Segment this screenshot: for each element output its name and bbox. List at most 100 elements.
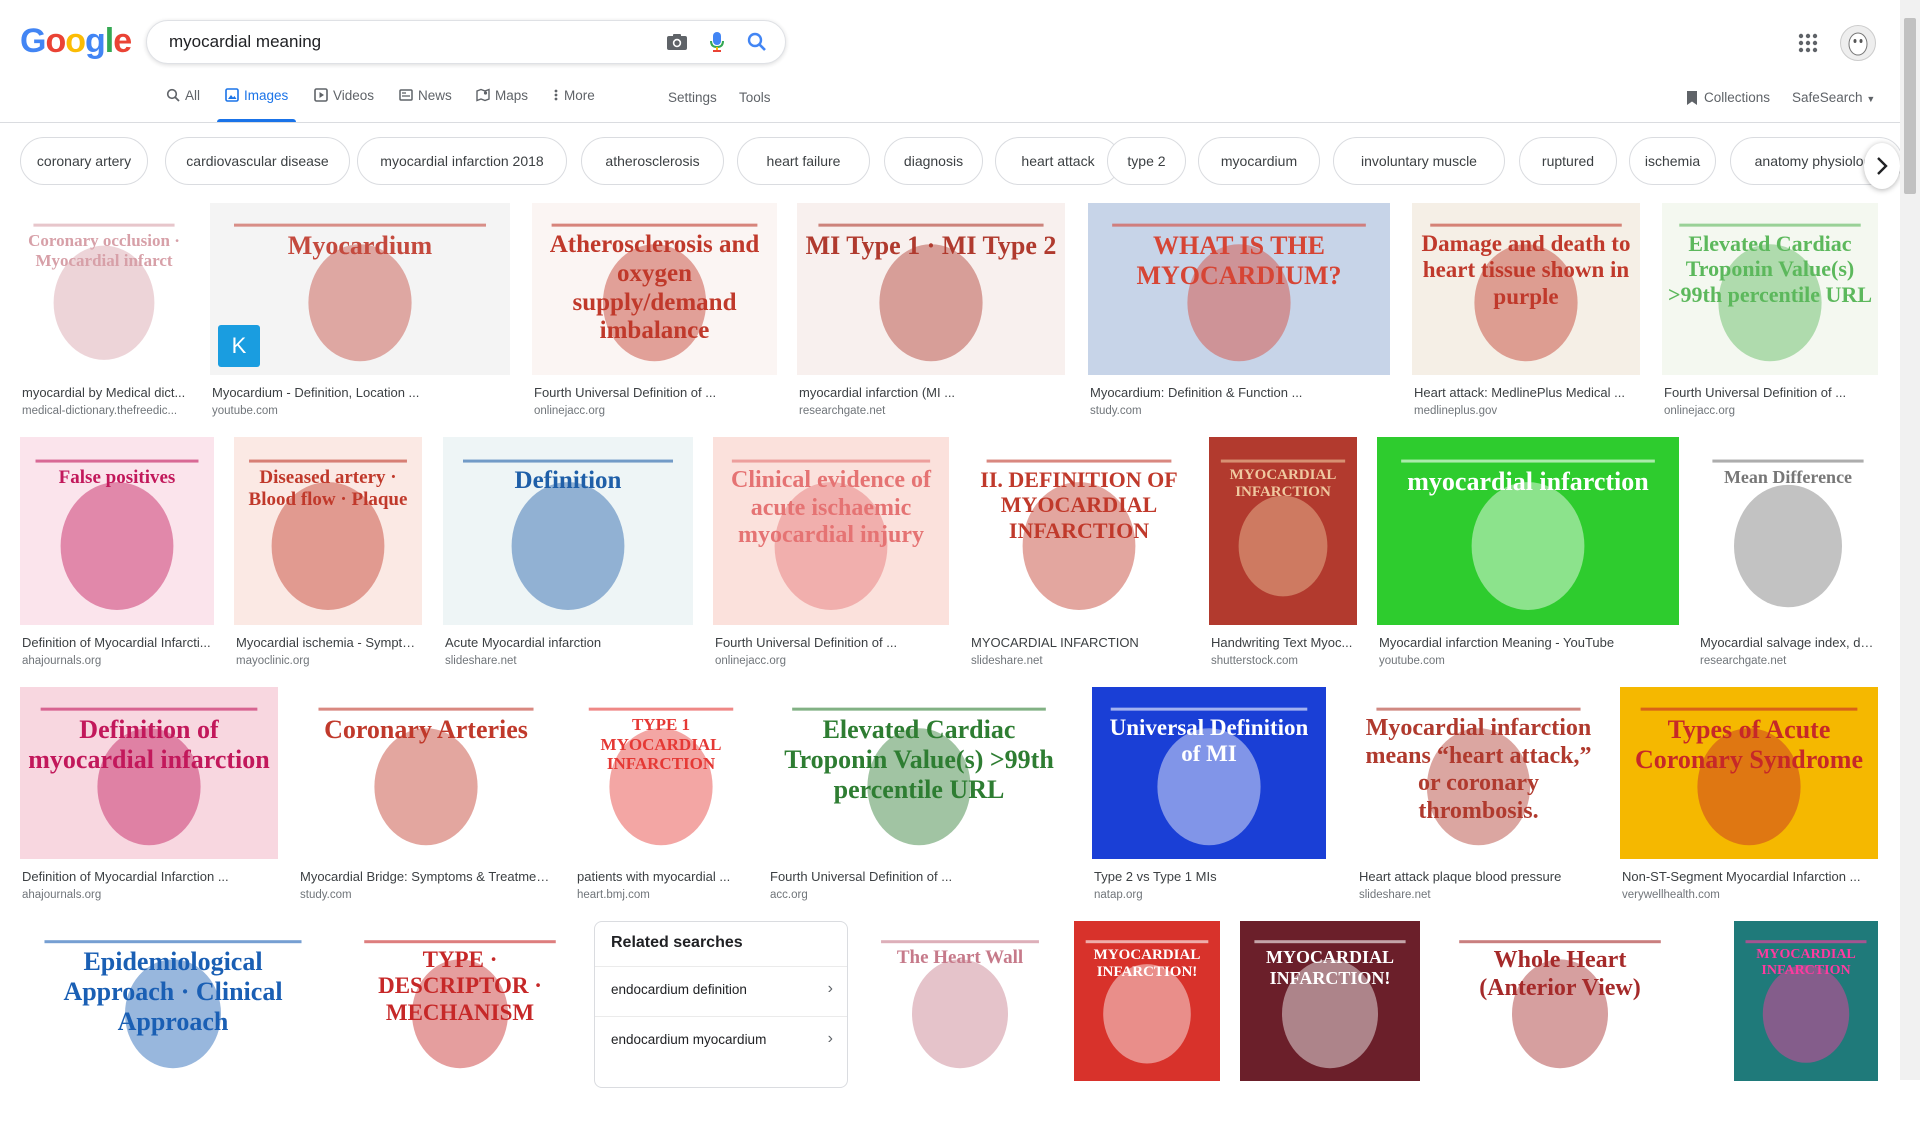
result-thumbnail[interactable]: Damage and death to heart tissue shown i… bbox=[1412, 203, 1640, 375]
result-thumbnail[interactable]: Definition of myocardial infarction bbox=[20, 687, 278, 859]
image-result[interactable]: Coronary occlusion · Myocardial infarct m… bbox=[20, 203, 188, 423]
search-chip[interactable]: myocardial infarction 2018 bbox=[357, 137, 567, 185]
image-result[interactable]: Diseased artery · Blood flow · Plaque Myo… bbox=[234, 437, 422, 673]
chips-next-button[interactable] bbox=[1864, 143, 1900, 189]
result-source[interactable]: onlinejacc.org bbox=[1664, 405, 1876, 417]
image-result[interactable]: The Heart Wall bbox=[866, 921, 1054, 1129]
result-thumbnail[interactable]: MYOCARDIAL INFARCTION bbox=[1734, 921, 1878, 1081]
result-title[interactable]: patients with myocardial ... bbox=[577, 869, 745, 884]
account-avatar[interactable] bbox=[1840, 25, 1876, 61]
image-result[interactable]: Elevated Cardiac Troponin Value(s) >99th… bbox=[768, 687, 1070, 907]
result-source[interactable]: verywellhealth.com bbox=[1622, 889, 1876, 901]
image-result[interactable]: TYPE 1 MYOCARDIAL INFARCTION patients wit… bbox=[575, 687, 747, 907]
result-title[interactable]: Heart attack plaque blood pressure bbox=[1359, 869, 1598, 884]
image-result[interactable]: Damage and death to heart tissue shown i… bbox=[1412, 203, 1640, 423]
result-title[interactable]: Handwriting Text Myoc... bbox=[1211, 635, 1355, 650]
result-source[interactable]: researchgate.net bbox=[1700, 655, 1876, 667]
result-source[interactable]: ahajournals.org bbox=[22, 655, 212, 667]
result-thumbnail[interactable]: II. DEFINITION OF MYOCARDIAL INFARCTION bbox=[969, 437, 1189, 625]
result-source[interactable]: medical-dictionary.thefreedic... bbox=[22, 405, 186, 417]
search-input[interactable] bbox=[167, 31, 651, 53]
result-title[interactable]: Fourth Universal Definition of ... bbox=[1664, 385, 1876, 400]
result-title[interactable]: Definition of Myocardial Infarction ... bbox=[22, 869, 276, 884]
result-title[interactable]: Definition of Myocardial Infarcti... bbox=[22, 635, 212, 650]
image-result[interactable]: Mean Difference Myocardial salvage index,… bbox=[1698, 437, 1878, 673]
result-thumbnail[interactable]: Universal Definition of MI bbox=[1092, 687, 1326, 859]
image-result[interactable]: Elevated Cardiac Troponin Value(s) >99th… bbox=[1662, 203, 1878, 423]
result-thumbnail[interactable]: Myocardium K bbox=[210, 203, 510, 375]
search-chip[interactable]: diagnosis bbox=[884, 137, 983, 185]
related-search-item[interactable]: endocardium myocardium › bbox=[595, 1016, 847, 1065]
result-source[interactable]: acc.org bbox=[770, 889, 1068, 901]
result-source[interactable]: medlineplus.gov bbox=[1414, 405, 1638, 417]
result-thumbnail[interactable]: Types of Acute Coronary Syndrome bbox=[1620, 687, 1878, 859]
image-result[interactable]: Universal Definition of MI Type 2 vs Type… bbox=[1092, 687, 1326, 907]
image-result[interactable]: WHAT IS THE MYOCARDIUM? Myocardium: Defin… bbox=[1088, 203, 1390, 423]
page-scrollbar[interactable] bbox=[1900, 0, 1920, 1080]
result-title[interactable]: Fourth Universal Definition of ... bbox=[534, 385, 775, 400]
tab-news[interactable]: News bbox=[399, 88, 452, 122]
image-result[interactable]: Epidemiological Approach · Clinical Appr… bbox=[20, 921, 326, 1129]
result-title[interactable]: Myocardium: Definition & Function ... bbox=[1090, 385, 1388, 400]
tab-images[interactable]: Images bbox=[217, 88, 297, 122]
image-result[interactable]: II. DEFINITION OF MYOCARDIAL INFARCTION M… bbox=[969, 437, 1189, 673]
result-source[interactable]: slideshare.net bbox=[1359, 889, 1598, 901]
safesearch-dropdown[interactable]: SafeSearch ▼ bbox=[1792, 90, 1875, 105]
result-source[interactable]: researchgate.net bbox=[799, 405, 1063, 417]
result-source[interactable]: study.com bbox=[300, 889, 552, 901]
result-thumbnail[interactable]: Coronary Arteries bbox=[298, 687, 554, 859]
result-source[interactable]: onlinejacc.org bbox=[715, 655, 947, 667]
result-title[interactable]: Myocardial Bridge: Symptoms & Treatmen..… bbox=[300, 869, 552, 884]
result-title[interactable]: Myocardial salvage index, de... bbox=[1700, 635, 1876, 650]
result-thumbnail[interactable]: Elevated Cardiac Troponin Value(s) >99th… bbox=[768, 687, 1070, 859]
image-result[interactable]: Clinical evidence of acute ischaemic myo… bbox=[713, 437, 949, 673]
result-thumbnail[interactable]: Clinical evidence of acute ischaemic myo… bbox=[713, 437, 949, 625]
search-chip[interactable]: coronary artery bbox=[20, 137, 148, 185]
search-chip[interactable]: myocardium bbox=[1198, 137, 1320, 185]
result-thumbnail[interactable]: Definition bbox=[443, 437, 693, 625]
result-title[interactable]: MYOCARDIAL INFARCTION bbox=[971, 635, 1187, 650]
result-source[interactable]: slideshare.net bbox=[971, 655, 1187, 667]
camera-icon[interactable] bbox=[665, 30, 689, 54]
result-title[interactable]: Myocardial infarction Meaning - YouTube bbox=[1379, 635, 1677, 650]
result-source[interactable]: slideshare.net bbox=[445, 655, 691, 667]
result-title[interactable]: Myocardial ischemia - Sympto... bbox=[236, 635, 420, 650]
search-icon[interactable] bbox=[745, 30, 769, 54]
image-result[interactable]: False positives Definition of Myocardial … bbox=[20, 437, 214, 673]
related-search-item[interactable]: endocardium definition › bbox=[595, 966, 847, 1015]
image-result[interactable]: TYPE · DESCRIPTOR · MECHANISM bbox=[346, 921, 574, 1129]
result-source[interactable]: ahajournals.org bbox=[22, 889, 276, 901]
result-source[interactable]: onlinejacc.org bbox=[534, 405, 775, 417]
result-title[interactable]: Fourth Universal Definition of ... bbox=[770, 869, 1068, 884]
tab-maps[interactable]: Maps bbox=[476, 88, 528, 122]
result-thumbnail[interactable]: Myocardial infarction means “heart attac… bbox=[1357, 687, 1600, 859]
google-logo[interactable]: Google bbox=[20, 22, 132, 61]
image-result[interactable]: myocardial infarction Myocardial infarcti… bbox=[1377, 437, 1679, 673]
image-result[interactable]: Atherosclerosis and oxygen supply/demand… bbox=[532, 203, 777, 423]
search-chip[interactable]: atherosclerosis bbox=[581, 137, 724, 185]
result-source[interactable]: youtube.com bbox=[1379, 655, 1677, 667]
result-thumbnail[interactable]: Coronary occlusion · Myocardial infarct bbox=[20, 203, 188, 375]
result-source[interactable]: study.com bbox=[1090, 405, 1388, 417]
image-result[interactable]: Myocardium K Myocardium - Definition, Loca… bbox=[210, 203, 510, 423]
tab-videos[interactable]: Videos bbox=[314, 88, 374, 122]
image-result[interactable]: MYOCARDIAL INFARCTION Handwriting Text My… bbox=[1209, 437, 1357, 673]
result-thumbnail[interactable]: The Heart Wall bbox=[866, 921, 1054, 1081]
microphone-icon[interactable] bbox=[705, 30, 729, 54]
image-result[interactable]: MYOCARDIAL INFARCTION bbox=[1734, 921, 1878, 1129]
image-result[interactable]: Myocardial infarction means “heart attac… bbox=[1357, 687, 1600, 907]
result-thumbnail[interactable]: Atherosclerosis and oxygen supply/demand… bbox=[532, 203, 777, 375]
image-result[interactable]: MYOCARDIAL INFARCTION! bbox=[1240, 921, 1420, 1129]
search-chip[interactable]: heart failure bbox=[737, 137, 870, 185]
result-source[interactable]: natap.org bbox=[1094, 889, 1324, 901]
result-title[interactable]: Heart attack: MedlinePlus Medical ... bbox=[1414, 385, 1638, 400]
result-thumbnail[interactable]: myocardial infarction bbox=[1377, 437, 1679, 625]
search-chip[interactable]: ischemia bbox=[1629, 137, 1716, 185]
collections-button[interactable]: Collections bbox=[1686, 90, 1770, 106]
settings-link[interactable]: Settings bbox=[668, 90, 717, 105]
tab-all[interactable]: All bbox=[166, 88, 200, 122]
result-thumbnail[interactable]: Epidemiological Approach · Clinical Appr… bbox=[20, 921, 326, 1081]
result-thumbnail[interactable]: WHAT IS THE MYOCARDIUM? bbox=[1088, 203, 1390, 375]
result-source[interactable]: mayoclinic.org bbox=[236, 655, 420, 667]
result-thumbnail[interactable]: Mean Difference bbox=[1698, 437, 1878, 625]
